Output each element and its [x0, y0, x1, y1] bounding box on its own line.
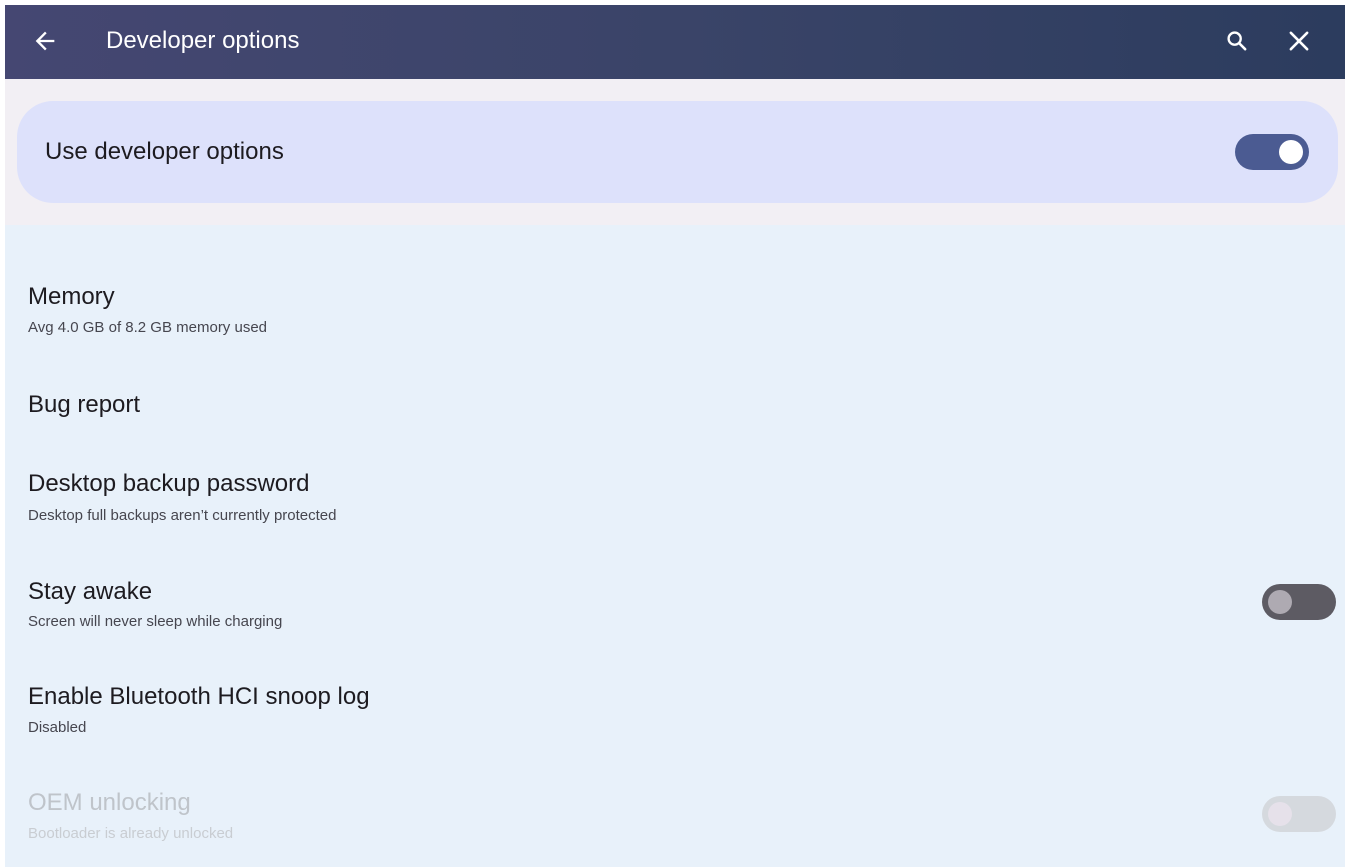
setting-title: Memory	[28, 283, 115, 310]
switch-thumb	[1279, 140, 1303, 164]
master-switch-area: Use developer options	[5, 79, 1345, 225]
use-developer-options-label: Use developer options	[45, 138, 284, 165]
setting-oem-unlocking: OEM unlocking Bootloader is already unlo…	[5, 777, 1345, 857]
setting-title: Enable Bluetooth HCI snoop log	[28, 683, 370, 710]
use-developer-options-switch[interactable]	[1235, 134, 1309, 170]
page-title: Developer options	[106, 27, 300, 54]
top-app-bar: Developer options	[5, 5, 1345, 79]
setting-memory[interactable]: Memory Avg 4.0 GB of 8.2 GB memory used	[5, 273, 1345, 353]
stay-awake-switch[interactable]	[1262, 584, 1336, 620]
setting-summary: Desktop full backups aren’t currently pr…	[28, 507, 337, 524]
switch-thumb	[1268, 802, 1292, 826]
setting-summary: Avg 4.0 GB of 8.2 GB memory used	[28, 319, 268, 336]
setting-desktop-backup-password[interactable]: Desktop backup password Desktop full bac…	[5, 461, 1345, 541]
setting-bug-report[interactable]: Bug report	[5, 381, 1345, 437]
setting-summary: Bootloader is already unlocked	[28, 825, 234, 842]
setting-summary: Screen will never sleep while charging	[28, 613, 283, 630]
setting-title: Desktop backup password	[28, 470, 310, 497]
switch-thumb	[1268, 590, 1292, 614]
setting-summary: Disabled	[28, 719, 87, 736]
use-developer-options-card[interactable]: Use developer options	[17, 101, 1338, 203]
setting-title: Bug report	[28, 391, 141, 418]
setting-stay-awake[interactable]: Stay awake Screen will never sleep while…	[5, 565, 1345, 645]
setting-title: Stay awake	[28, 578, 153, 605]
oem-unlocking-switch	[1262, 796, 1336, 832]
developer-options-screen: Developer options Use developer options …	[5, 5, 1345, 867]
search-icon[interactable]	[1223, 27, 1251, 55]
setting-title: OEM unlocking	[28, 789, 191, 816]
setting-bluetooth-hci-snoop-log[interactable]: Enable Bluetooth HCI snoop log Disabled	[5, 671, 1345, 751]
close-icon[interactable]	[1285, 27, 1313, 55]
back-arrow-icon[interactable]	[31, 27, 59, 55]
